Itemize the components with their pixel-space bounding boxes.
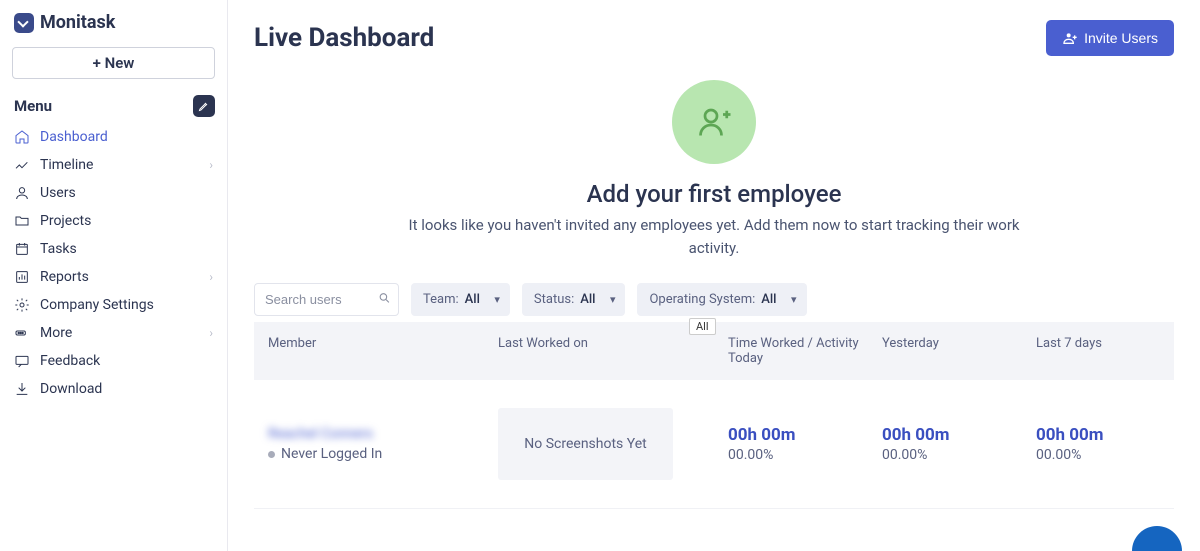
- time-pct: 00.00%: [728, 447, 882, 463]
- chat-icon: [14, 353, 30, 369]
- nav-label: Timeline: [40, 157, 199, 173]
- filter-bar: Team: All Status: All Operating System: …: [254, 283, 1174, 316]
- nav-label: Feedback: [40, 353, 213, 369]
- table-row: Reachel Conners Never Logged In No Scree…: [254, 380, 1174, 509]
- status-filter[interactable]: Status: All: [522, 283, 626, 316]
- invite-label: Invite Users: [1084, 30, 1158, 46]
- invite-users-button[interactable]: Invite Users: [1046, 20, 1174, 56]
- nav-label: Dashboard: [40, 129, 213, 145]
- chart-icon: [14, 269, 30, 285]
- nav-label: Projects: [40, 213, 213, 229]
- filter-key: Team:: [423, 292, 459, 307]
- nav-label: Company Settings: [40, 297, 213, 313]
- col-last7: Last 7 days: [1036, 336, 1160, 366]
- filter-key: Operating System:: [649, 292, 755, 307]
- col-today: Time Worked / Activity Today: [728, 336, 882, 366]
- folder-icon: [14, 213, 30, 229]
- empty-subtitle: It looks like you haven't invited any em…: [394, 214, 1034, 259]
- search-box: [254, 283, 399, 316]
- yesterday-cell: 00h 00m 00.00%: [882, 425, 1036, 463]
- logo-icon: [14, 13, 34, 33]
- empty-state: Add your first employee It looks like yo…: [394, 80, 1034, 259]
- time-pct: 00.00%: [1036, 447, 1160, 463]
- filter-val: All: [580, 292, 595, 307]
- nav-label: Reports: [40, 269, 199, 285]
- calendar-icon: [14, 241, 30, 257]
- time-value: 00h 00m: [1036, 425, 1160, 445]
- more-icon: [14, 325, 30, 341]
- user-icon: [14, 185, 30, 201]
- filter-val: All: [465, 292, 480, 307]
- nav-list: Dashboard Timeline › Users Projects Task…: [0, 123, 227, 403]
- sidebar: Monitask + New Menu Dashboard Timeline ›…: [0, 0, 228, 551]
- person-add-icon: [1062, 30, 1078, 46]
- sidebar-item-feedback[interactable]: Feedback: [0, 347, 227, 375]
- new-button[interactable]: + New: [12, 47, 215, 79]
- status-text: Never Logged In: [281, 446, 382, 462]
- col-yesterday: Yesterday: [882, 336, 1036, 366]
- last7-cell: 00h 00m 00.00%: [1036, 425, 1160, 463]
- member-name[interactable]: Reachel Conners: [268, 426, 498, 442]
- time-value: 00h 00m: [882, 425, 1036, 445]
- download-icon: [14, 381, 30, 397]
- chevron-right-icon: ›: [209, 326, 213, 340]
- gear-icon: [14, 297, 30, 313]
- sidebar-item-projects[interactable]: Projects: [0, 207, 227, 235]
- sidebar-item-dashboard[interactable]: Dashboard: [0, 123, 227, 151]
- sidebar-item-download[interactable]: Download: [0, 375, 227, 403]
- sidebar-item-reports[interactable]: Reports ›: [0, 263, 227, 291]
- empty-state-icon-circle: [672, 80, 756, 164]
- os-filter[interactable]: Operating System: All: [637, 283, 806, 316]
- users-table: Member Last Worked on Time Worked / Acti…: [254, 322, 1174, 509]
- sidebar-item-timeline[interactable]: Timeline ›: [0, 151, 227, 179]
- col-member: Member: [268, 336, 498, 366]
- time-value: 00h 00m: [728, 425, 882, 445]
- pencil-icon: [198, 100, 210, 112]
- search-icon: [378, 291, 391, 308]
- status-dot-icon: [268, 451, 275, 458]
- page-title: Live Dashboard: [254, 23, 434, 53]
- col-last-worked: Last Worked on: [498, 336, 728, 366]
- nav-label: Download: [40, 381, 213, 397]
- sidebar-item-company-settings[interactable]: Company Settings: [0, 291, 227, 319]
- timeline-icon: [14, 157, 30, 173]
- brand-logo[interactable]: Monitask: [0, 0, 227, 41]
- filter-val: All: [761, 292, 776, 307]
- chevron-right-icon: ›: [209, 158, 213, 172]
- nav-label: Tasks: [40, 241, 213, 257]
- empty-title: Add your first employee: [394, 180, 1034, 208]
- nav-label: Users: [40, 185, 213, 201]
- main-content: Live Dashboard Invite Users Add your fir…: [228, 0, 1200, 551]
- team-filter[interactable]: Team: All: [411, 283, 510, 316]
- edit-menu-button[interactable]: [193, 95, 215, 117]
- chevron-right-icon: ›: [209, 270, 213, 284]
- nav-label: More: [40, 325, 199, 341]
- menu-header: Menu: [0, 89, 227, 123]
- sidebar-item-users[interactable]: Users: [0, 179, 227, 207]
- brand-text: Monitask: [40, 12, 115, 33]
- page-header: Live Dashboard Invite Users: [254, 20, 1174, 56]
- menu-label: Menu: [14, 97, 52, 115]
- member-status: Never Logged In: [268, 446, 498, 462]
- screenshot-placeholder: No Screenshots Yet: [498, 408, 673, 480]
- person-add-icon: [696, 104, 732, 140]
- tooltip: All: [689, 318, 716, 335]
- member-cell: Reachel Conners Never Logged In: [268, 426, 498, 462]
- filter-key: Status:: [534, 292, 574, 307]
- sidebar-item-tasks[interactable]: Tasks: [0, 235, 227, 263]
- screenshot-cell: No Screenshots Yet: [498, 408, 728, 480]
- home-icon: [14, 129, 30, 145]
- sidebar-item-more[interactable]: More ›: [0, 319, 227, 347]
- time-pct: 00.00%: [882, 447, 1036, 463]
- today-cell: 00h 00m 00.00%: [728, 425, 882, 463]
